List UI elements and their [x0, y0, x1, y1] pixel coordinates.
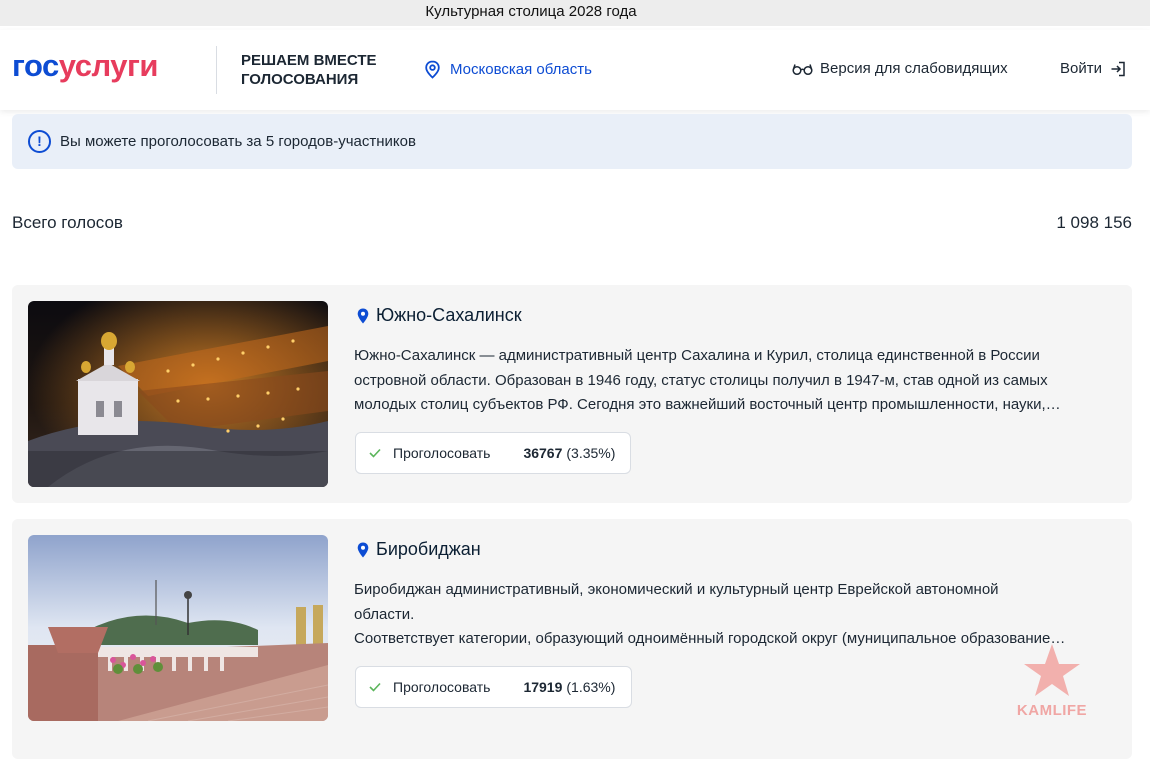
info-icon: ! — [28, 130, 51, 153]
total-votes-label: Всего голосов — [12, 213, 123, 232]
low-vision-version-link[interactable]: Версия для слабовидящих — [792, 60, 1008, 77]
region-label: Московская область — [450, 61, 592, 78]
vote-button[interactable]: Проголосовать 36767 (3.35%) — [355, 432, 631, 474]
vote-count: 17919 — [523, 679, 563, 695]
city-name: Биробиджан — [357, 539, 481, 560]
check-icon — [369, 682, 381, 692]
total-votes-value: 1 098 156 — [1056, 213, 1132, 232]
vote-label: Проголосовать — [393, 445, 491, 461]
login-label: Войти — [1060, 60, 1102, 77]
location-pin-icon — [425, 60, 440, 79]
total-votes-row: Всего голосов 1 098 156 — [12, 213, 1132, 233]
location-pin-icon — [357, 308, 369, 323]
city-name: Южно-Сахалинск — [357, 305, 522, 326]
check-icon — [369, 448, 381, 458]
city-photo-night — [28, 301, 328, 487]
vote-limit-notice: ! Вы можете проголосовать за 5 городов-у… — [12, 114, 1132, 169]
login-arrow-icon — [1111, 61, 1125, 76]
notice-text: Вы можете проголосовать за 5 городов-уча… — [60, 133, 416, 150]
city-card: Южно-Сахалинск Южно-Сахалинск — админист… — [12, 285, 1132, 503]
low-vision-label: Версия для слабовидящих — [820, 60, 1008, 77]
city-description: Южно-Сахалинск — административный центр … — [354, 347, 1061, 413]
site-header: госуслуги РЕШАЕМ ВМЕСТЕ ГОЛОСОВАНИЯ Моск… — [0, 30, 1150, 110]
region-selector[interactable]: Московская область — [424, 60, 592, 79]
gosuslugi-logo[interactable]: госуслуги — [12, 48, 158, 84]
top-banner-title: Культурная столица 2028 года — [425, 3, 637, 20]
vote-button[interactable]: Проголосовать 17919 (1.63%) — [355, 666, 632, 708]
vote-percent: (1.63%) — [566, 679, 616, 695]
vote-label: Проголосовать — [393, 679, 491, 695]
location-pin-icon — [357, 542, 369, 557]
city-card: Биробиджан Биробиджан административный, … — [12, 519, 1132, 759]
city-photo-embankment — [28, 535, 328, 721]
vote-percent: (3.35%) — [566, 445, 616, 461]
login-button[interactable]: Войти — [1060, 60, 1126, 77]
project-title[interactable]: РЕШАЕМ ВМЕСТЕ ГОЛОСОВАНИЯ — [241, 51, 377, 89]
top-banner: Культурная столица 2028 года — [0, 0, 1150, 26]
header-divider — [216, 46, 217, 94]
vote-count: 36767 — [523, 445, 563, 461]
glasses-icon — [792, 63, 813, 75]
star-icon — [1024, 644, 1080, 696]
watermark-text: KAMLIFE — [1016, 702, 1088, 719]
kamlife-watermark: KAMLIFE — [1000, 640, 1104, 722]
